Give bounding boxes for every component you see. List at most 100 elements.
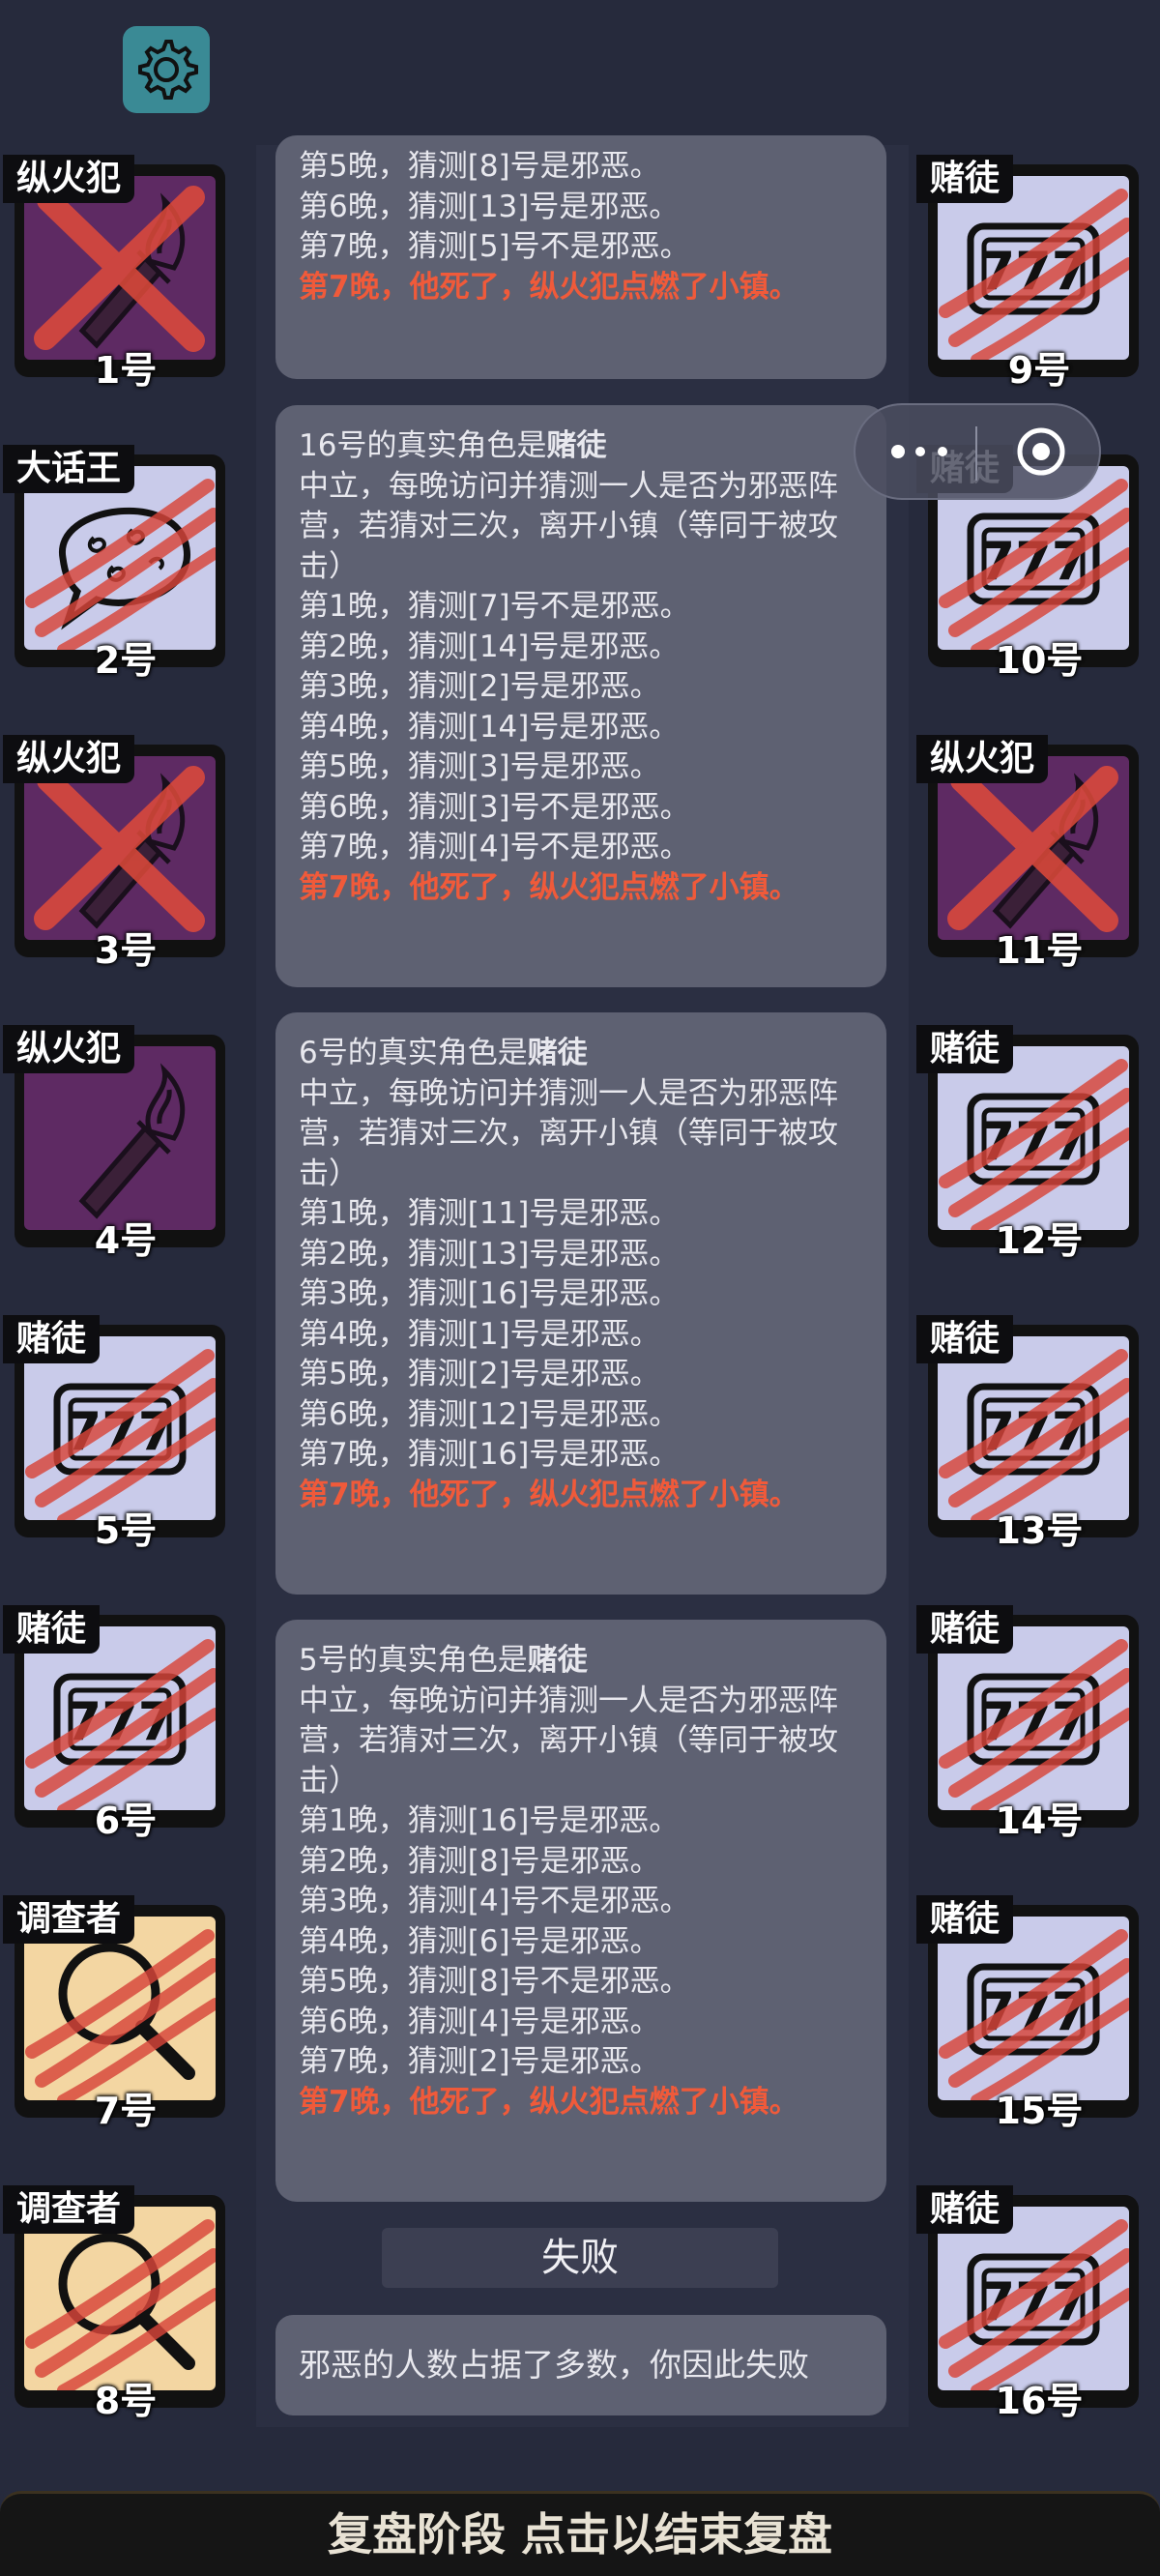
result-message: 邪恶的人数占据了多数，你因此失败 [276, 2315, 886, 2415]
log-line: 第3晚，猜测[2]号是邪恶。 [299, 669, 660, 704]
miniprogram-capsule[interactable] [854, 403, 1101, 500]
cross-out-mark [34, 766, 205, 932]
role-art: 777 [938, 1046, 1129, 1230]
claw-mark [939, 2219, 1129, 2390]
log-line: 中立，每晚访问并猜测一人是否为邪恶阵营，若猜对三次，离开小镇（等同于被攻击） [299, 468, 838, 584]
player-card[interactable]: 纵火犯 4号 [3, 1025, 225, 1262]
death-line: 第7晚，他死了，纵火犯点燃了小镇。 [299, 269, 799, 305]
player-card[interactable]: 777 赌徒 6号 [3, 1605, 225, 1842]
role-label: 赌徒 [916, 1605, 1014, 1654]
log-entry: 16号的真实角色是赌徒 中立，每晚访问并猜测一人是否为邪恶阵营，若猜对三次，离开小… [276, 405, 886, 987]
claw-mark [939, 1349, 1129, 1520]
log-title: 5号的真实角色是赌徒 [299, 1641, 863, 1682]
player-card[interactable]: 调查者 7号 [3, 1895, 225, 2132]
log-line: 第6晚，猜测[4]号是邪恶。 [299, 2004, 660, 2039]
torch-icon [78, 1063, 186, 1219]
player-number: 3号 [94, 929, 158, 972]
log-line: 第3晚，猜测[16]号是邪恶。 [299, 1276, 680, 1311]
player-number: 6号 [94, 1800, 158, 1842]
role-art [24, 1917, 216, 2100]
log-line: 中立，每晚访问并猜测一人是否为邪恶阵营，若猜对三次，离开小镇（等同于被攻击） [299, 1075, 838, 1191]
role-art: 777 [938, 1626, 1129, 1810]
role-art [938, 756, 1129, 940]
claw-mark [25, 1929, 216, 2100]
log-title-prefix: 5号的真实角色是 [299, 1643, 528, 1678]
role-art: 777 [938, 1336, 1129, 1520]
log-line: 第6晚，猜测[12]号是邪恶。 [299, 1396, 680, 1432]
result-button[interactable]: 失败 [382, 2228, 778, 2288]
claw-mark [25, 1639, 216, 1810]
role-label: 赌徒 [916, 155, 1014, 203]
cross-out-mark [947, 766, 1118, 932]
player-card[interactable]: 纵火犯 3号 [3, 735, 225, 972]
log-line: 第6晚，猜测[3]号不是邪恶。 [299, 789, 690, 825]
log-title: 6号的真实角色是赌徒 [299, 1034, 863, 1074]
player-card[interactable]: 调查者 8号 [3, 2185, 225, 2422]
log-entry: 6号的真实角色是赌徒 中立，每晚访问并猜测一人是否为邪恶阵营，若猜对三次，离开小镇… [276, 1012, 886, 1595]
role-label: 纵火犯 [3, 1025, 135, 1073]
player-card[interactable]: 777 赌徒 9号 [916, 155, 1139, 392]
player-number: 14号 [995, 1800, 1084, 1842]
role-art: 777 [24, 1336, 216, 1520]
claw-mark [939, 1639, 1129, 1810]
death-line: 第7晚，他死了，纵火犯点燃了小镇。 [299, 1477, 799, 1512]
role-art [24, 756, 216, 940]
player-number: 11号 [995, 929, 1084, 972]
log-line: 第4晚，猜测[1]号是邪恶。 [299, 1316, 660, 1352]
log-line: 第7晚，猜测[16]号是邪恶。 [299, 1437, 680, 1472]
role-label: 调查者 [3, 1895, 135, 1944]
log-line: 第6晚，猜测[13]号是邪恶。 [299, 189, 680, 224]
claw-mark [939, 1929, 1129, 2100]
role-label: 调查者 [3, 2185, 135, 2234]
player-card[interactable]: 777 赌徒 16号 [916, 2185, 1139, 2422]
end-review-bar[interactable]: 复盘阶段 点击以结束复盘 [0, 2491, 1160, 2576]
close-target-icon[interactable] [1016, 426, 1066, 477]
log-line: 第1晚，猜测[7]号不是邪恶。 [299, 589, 690, 624]
player-card[interactable]: 纵火犯 11号 [916, 735, 1139, 972]
claw-mark [939, 1059, 1129, 1230]
player-card[interactable]: 纵火犯 1号 [3, 155, 225, 392]
player-number: 16号 [995, 2380, 1084, 2422]
player-card[interactable]: 777 赌徒 14号 [916, 1605, 1139, 1842]
player-number: 10号 [995, 639, 1084, 682]
player-card[interactable]: 大话王 2号 [3, 445, 225, 682]
player-card[interactable]: 777 赌徒 12号 [916, 1025, 1139, 1262]
role-label: 大话王 [3, 445, 135, 493]
gear-icon [138, 40, 198, 100]
claw-mark [25, 2219, 216, 2390]
role-art: 777 [938, 176, 1129, 360]
role-art [24, 176, 216, 360]
cross-out-mark [34, 186, 205, 352]
player-number: 12号 [995, 1219, 1084, 1262]
claw-mark [939, 189, 1129, 360]
role-art [24, 2207, 216, 2390]
log-title-prefix: 6号的真实角色是 [299, 1036, 528, 1070]
capsule-divider [975, 426, 977, 481]
player-number: 9号 [1007, 349, 1071, 392]
log-line: 第1晚，猜测[11]号是邪恶。 [299, 1196, 680, 1231]
role-art: 777 [938, 1917, 1129, 2100]
log-title-prefix: 16号的真实角色是 [299, 428, 547, 463]
log-entry: 第5晚，猜测[8]号是邪恶。 第6晚，猜测[13]号是邪恶。 第7晚，猜测[5]号不… [276, 135, 886, 379]
player-number: 4号 [94, 1219, 158, 1262]
log-line: 第4晚，猜测[6]号是邪恶。 [299, 1923, 660, 1959]
log-line: 第7晚，猜测[2]号是邪恶。 [299, 2044, 660, 2079]
claw-mark [25, 1349, 216, 1520]
player-card[interactable]: 777 赌徒 15号 [916, 1895, 1139, 2132]
player-number: 8号 [94, 2380, 158, 2422]
player-number: 2号 [94, 639, 158, 682]
role-art: 777 [24, 1626, 216, 1810]
player-number: 1号 [94, 349, 158, 392]
claw-mark [25, 479, 216, 650]
player-card[interactable]: 777 赌徒 13号 [916, 1315, 1139, 1552]
log-line: 第7晚，猜测[4]号不是邪恶。 [299, 830, 690, 864]
role-label: 赌徒 [3, 1315, 101, 1363]
death-line: 第7晚，他死了，纵火犯点燃了小镇。 [299, 2084, 799, 2120]
role-label: 纵火犯 [3, 155, 135, 203]
role-art [24, 1046, 216, 1230]
more-icon[interactable] [890, 444, 950, 459]
settings-gear-button[interactable] [123, 26, 210, 113]
role-label: 赌徒 [916, 2185, 1014, 2234]
player-number: 15号 [995, 2090, 1084, 2132]
player-card[interactable]: 777 赌徒 5号 [3, 1315, 225, 1552]
